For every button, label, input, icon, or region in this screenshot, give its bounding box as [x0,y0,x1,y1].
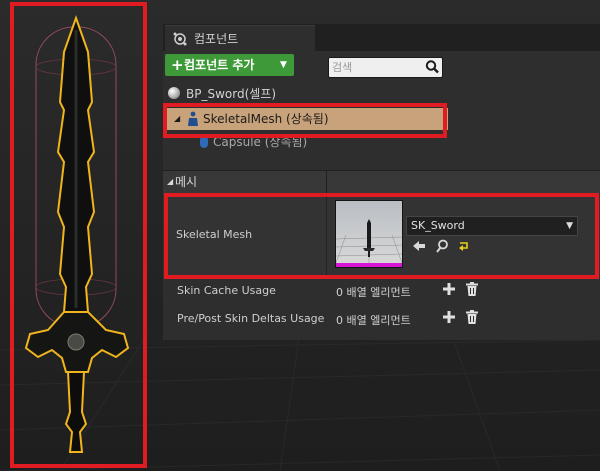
tab-components[interactable]: 컴포넌트 [165,25,315,52]
trash-icon[interactable] [466,282,478,296]
tab-components-label: 컴포넌트 [194,32,239,46]
tree-item-root-label: BP_Sword(셀프) [186,87,277,101]
pre-post-skin-deltas-value: 0 배열 엘리먼트 [336,314,411,327]
search-input[interactable] [332,59,418,75]
search-icon[interactable] [424,59,440,75]
pre-post-skin-deltas-row: Pre/Post Skin Deltas Usage 0 배열 엘리먼트 [163,305,600,333]
search-box [328,57,443,78]
skin-cache-row: Skin Cache Usage 0 배열 엘리먼트 [163,277,600,305]
add-component-label: 컴포넌트 추가 [184,58,255,72]
dropdown-caret-icon: ▼ [280,60,287,70]
components-tab-icon [173,32,187,46]
selected-component-highlight-box [163,103,447,138]
skin-cache-label: Skin Cache Usage [177,284,276,297]
skin-cache-value: 0 배열 엘리먼트 [336,286,411,299]
sword-highlight-box [10,2,147,468]
collapse-arrow-icon: ◢ [167,177,174,186]
trash-icon[interactable] [466,310,478,324]
column-divider [326,171,327,193]
mesh-section-title: 메시 [175,175,198,189]
add-component-button[interactable]: + 컴포넌트 추가 ▼ [165,54,294,76]
add-element-plus-icon[interactable] [442,310,456,324]
panel-tab-bar: 컴포넌트 [163,24,600,52]
plus-icon: + [171,56,184,74]
mesh-section-header[interactable]: ◢ 메시 [163,170,600,194]
pre-post-skin-deltas-label: Pre/Post Skin Deltas Usage [177,312,325,325]
tree-item-root[interactable]: BP_Sword(셀프) [166,84,448,104]
add-element-plus-icon[interactable] [442,282,456,296]
actor-sphere-icon [168,87,180,99]
skeletal-mesh-highlight-box [164,193,599,279]
components-panel: 컴포넌트 + 컴포넌트 추가 ▼ BP_Sword(셀프) ◢ Skeletal… [163,24,600,340]
